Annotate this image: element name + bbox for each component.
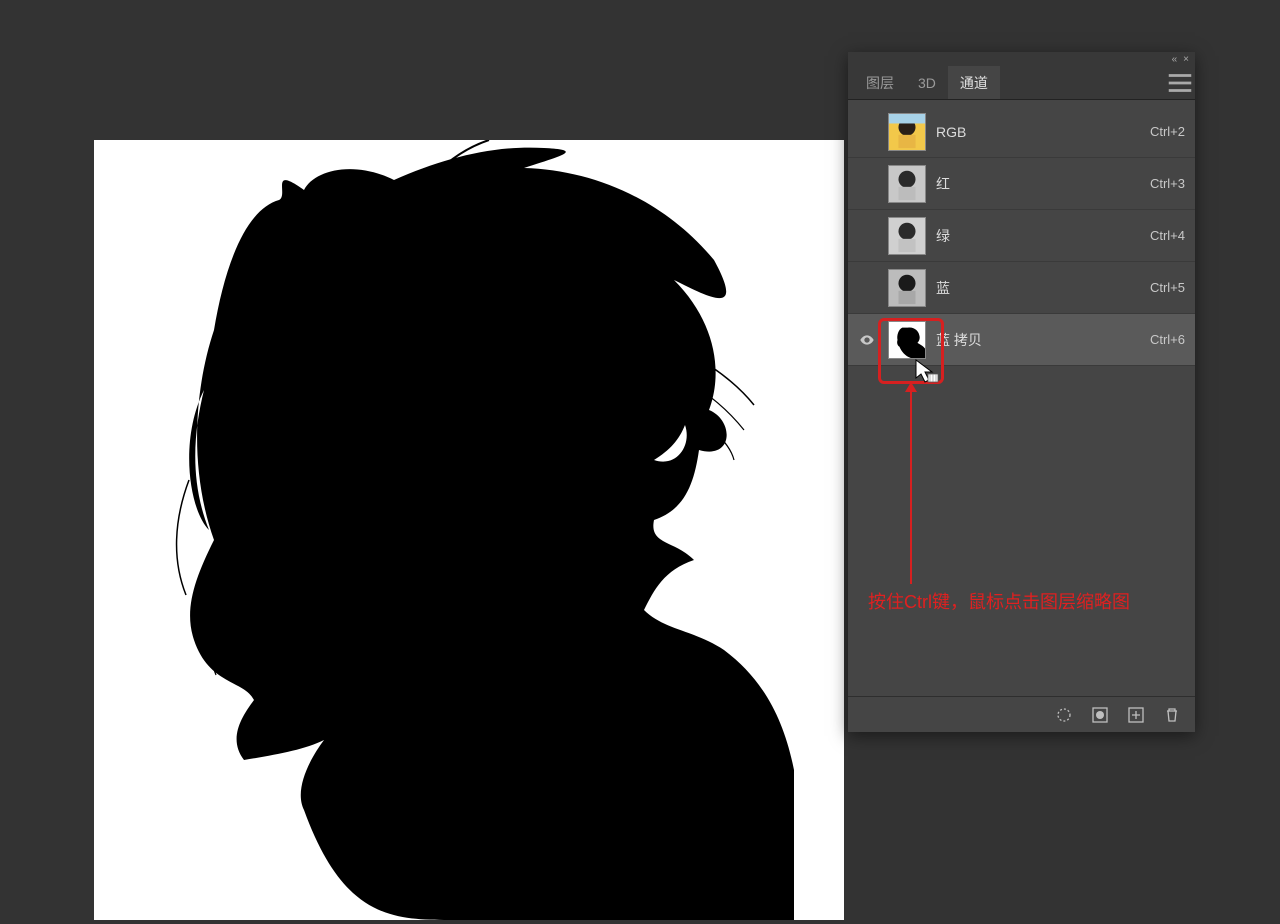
- channel-row-rgb[interactable]: RGB Ctrl+2: [848, 106, 1195, 158]
- tab-channels[interactable]: 通道: [948, 66, 1000, 99]
- tab-3d[interactable]: 3D: [906, 66, 948, 99]
- channel-row-blue[interactable]: 蓝 Ctrl+5: [848, 262, 1195, 314]
- channel-thumbnail[interactable]: [888, 165, 926, 203]
- collapse-icon[interactable]: «: [1172, 54, 1178, 65]
- channel-shortcut: Ctrl+5: [1150, 280, 1185, 295]
- delete-channel-icon[interactable]: [1163, 706, 1181, 724]
- panel-footer: [848, 696, 1195, 732]
- channel-shortcut: Ctrl+6: [1150, 332, 1185, 347]
- save-mask-icon[interactable]: [1091, 706, 1109, 724]
- channel-shortcut: Ctrl+2: [1150, 124, 1185, 139]
- channels-panel: « × 图层 3D 通道 RGB Ctrl+2 红: [848, 52, 1195, 732]
- channel-thumbnail[interactable]: [888, 217, 926, 255]
- panel-tabbar: 图层 3D 通道: [848, 66, 1195, 100]
- close-icon[interactable]: ×: [1183, 54, 1189, 65]
- channel-shortcut: Ctrl+4: [1150, 228, 1185, 243]
- channel-thumbnail[interactable]: [888, 269, 926, 307]
- load-selection-icon[interactable]: [1055, 706, 1073, 724]
- channel-row-blue-copy[interactable]: 蓝 拷贝 Ctrl+6: [848, 314, 1195, 366]
- panel-menu-icon[interactable]: [1165, 66, 1195, 99]
- channel-shortcut: Ctrl+3: [1150, 176, 1185, 191]
- document-canvas[interactable]: [94, 140, 844, 920]
- channel-name: 蓝: [936, 278, 1140, 298]
- tab-layers[interactable]: 图层: [854, 66, 906, 99]
- channel-name: 绿: [936, 226, 1140, 246]
- visibility-toggle[interactable]: [856, 225, 878, 247]
- channel-name: 红: [936, 174, 1140, 194]
- channel-row-green[interactable]: 绿 Ctrl+4: [848, 210, 1195, 262]
- channel-name: 蓝 拷贝: [936, 330, 1140, 350]
- channel-row-red[interactable]: 红 Ctrl+3: [848, 158, 1195, 210]
- panel-collapse-bar[interactable]: « ×: [848, 52, 1195, 66]
- visibility-toggle[interactable]: [856, 329, 878, 351]
- channel-thumbnail[interactable]: [888, 321, 926, 359]
- channel-name: RGB: [936, 124, 1140, 140]
- new-channel-icon[interactable]: [1127, 706, 1145, 724]
- channel-thumbnail[interactable]: [888, 113, 926, 151]
- visibility-toggle[interactable]: [856, 277, 878, 299]
- visibility-toggle[interactable]: [856, 121, 878, 143]
- channel-list: RGB Ctrl+2 红 Ctrl+3 绿 Ctrl+4: [848, 100, 1195, 696]
- visibility-toggle[interactable]: [856, 173, 878, 195]
